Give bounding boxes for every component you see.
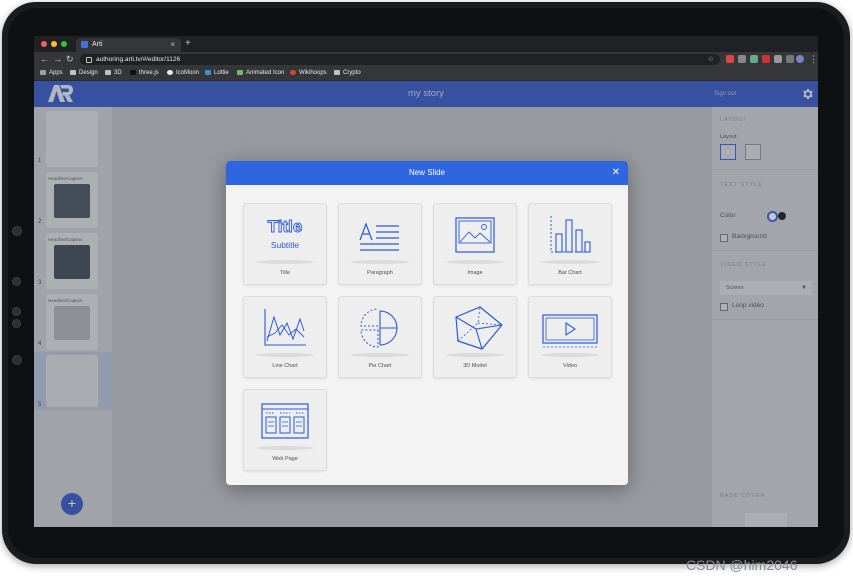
slide-type-card-web-page[interactable]: Web Page (243, 389, 327, 471)
pie-chart-icon (360, 308, 398, 348)
dialog-title: New Slide (408, 168, 445, 177)
card-shadow (351, 353, 409, 357)
line-chart-icon (264, 309, 306, 346)
bar-chart-icon (550, 216, 591, 253)
tablet-sensor (12, 277, 21, 286)
reload-icon[interactable]: ↻ (66, 53, 74, 66)
bookmark-design[interactable]: Design (70, 67, 98, 79)
card-label: Pie Chart (368, 363, 392, 369)
title-icon-small-text: Subtitle (271, 240, 300, 250)
screen: Arti × + ← → ↻ authoring.arti.tv/#/edito… (34, 36, 818, 527)
title-icon: Title Subtitle (267, 217, 303, 250)
slide-type-card-image[interactable]: Image (433, 203, 517, 285)
card-label: Bar Chart (558, 270, 582, 276)
video-icon (542, 314, 598, 348)
slide-type-card-title[interactable]: Title Subtitle Title (243, 203, 327, 285)
card-label: Line Chart (272, 363, 298, 369)
tablet-home-button (12, 355, 22, 365)
card-shadow (446, 353, 504, 357)
lottie-icon (205, 70, 211, 75)
card-shadow (256, 446, 314, 450)
extension-icon[interactable] (726, 55, 734, 63)
maximize-window-dot[interactable] (61, 41, 67, 47)
card-shadow (541, 260, 599, 264)
card-label: Image (467, 270, 483, 276)
card-label: Title (279, 270, 291, 276)
bookmark-3d[interactable]: 3D (105, 67, 122, 79)
minimize-window-dot[interactable] (51, 41, 57, 47)
title-icon-big-text: Title (268, 217, 303, 236)
browser-tab[interactable]: Arti × (76, 38, 181, 52)
apps-grid-icon (40, 70, 46, 75)
tab-close-icon[interactable]: × (170, 38, 175, 52)
slide-type-card-line-chart[interactable]: Line Chart (243, 296, 327, 378)
new-slide-dialog: New Slide ✕ Title Subtitle Title Paragra… (226, 161, 628, 485)
tab-favicon-icon (81, 41, 88, 48)
slide-type-card-video[interactable]: Video (528, 296, 612, 378)
card-label: Paragraph (367, 270, 393, 276)
slide-type-card-3d-model[interactable]: 3D Model (433, 296, 517, 378)
bookmark-threejs[interactable]: three.js (130, 67, 159, 79)
more-menu-icon[interactable]: ⋮ (809, 53, 818, 66)
card-shadow (541, 353, 599, 357)
bookmark-icomoon[interactable]: IcoMoon (167, 67, 199, 79)
card-shadow (446, 260, 504, 264)
new-tab-button[interactable]: + (185, 37, 191, 51)
card-label: Web Page (272, 456, 298, 462)
address-bar[interactable]: authoring.arti.tv/#/editor/1126 ☆ (80, 54, 720, 65)
dialog-header: New Slide ✕ (226, 161, 628, 185)
folder-icon (105, 70, 111, 75)
folder-icon (334, 70, 340, 75)
folder-icon (70, 70, 76, 75)
slide-type-card-paragraph[interactable]: Paragraph (338, 203, 422, 285)
animated-icon-favicon (237, 70, 243, 75)
bookmark-star-icon[interactable]: ☆ (708, 54, 714, 65)
extension-icon[interactable] (750, 55, 758, 63)
card-shadow (256, 260, 314, 264)
bookmarks-bar: Apps Design 3D three.js IcoMoon Lottie A… (34, 67, 818, 81)
card-shadow (256, 353, 314, 357)
close-window-dot[interactable] (41, 41, 47, 47)
extension-icon[interactable] (762, 55, 770, 63)
bookmark-animated-icon[interactable]: Animated Icon (237, 67, 284, 79)
web-page-icon (261, 403, 309, 439)
slide-type-card-pie-chart[interactable]: Pie Chart (338, 296, 422, 378)
icomoon-icon (167, 70, 173, 75)
slide-type-card-bar-chart[interactable]: Bar Chart (528, 203, 612, 285)
card-label: Video (563, 363, 577, 369)
extension-icon[interactable] (738, 55, 746, 63)
extension-icon[interactable] (774, 55, 782, 63)
puzzle-icon[interactable] (786, 55, 794, 63)
card-label: 3D Model (463, 363, 487, 369)
image-icon (455, 217, 495, 253)
back-arrow-icon[interactable]: ← (40, 53, 49, 66)
close-icon[interactable]: ✕ (612, 161, 620, 185)
tablet-sensor (12, 307, 21, 316)
bookmark-wikihoops[interactable]: Wikihoops (290, 67, 327, 79)
url-text: authoring.arti.tv/#/editor/1126 (96, 56, 181, 63)
card-shadow (351, 260, 409, 264)
wikihoops-icon (290, 70, 296, 75)
tablet-camera (12, 226, 22, 236)
threejs-icon (130, 70, 136, 75)
watermark: CSDN @him2046 (686, 557, 798, 573)
paragraph-icon (359, 222, 399, 251)
bookmark-crypto[interactable]: Crypto (334, 67, 361, 79)
cube-icon (455, 306, 503, 350)
tab-title: Arti (92, 41, 103, 48)
browser-toolbar: ← → ↻ authoring.arti.tv/#/editor/1126 ☆ … (34, 52, 818, 67)
bookmark-lottie[interactable]: Lottie (205, 67, 229, 79)
profile-avatar[interactable] (796, 55, 804, 63)
bookmark-apps[interactable]: Apps (40, 67, 63, 79)
lock-icon (86, 57, 92, 63)
browser-tab-bar: Arti × + (34, 36, 818, 52)
forward-arrow-icon[interactable]: → (53, 53, 62, 66)
tablet-sensor (12, 319, 21, 328)
